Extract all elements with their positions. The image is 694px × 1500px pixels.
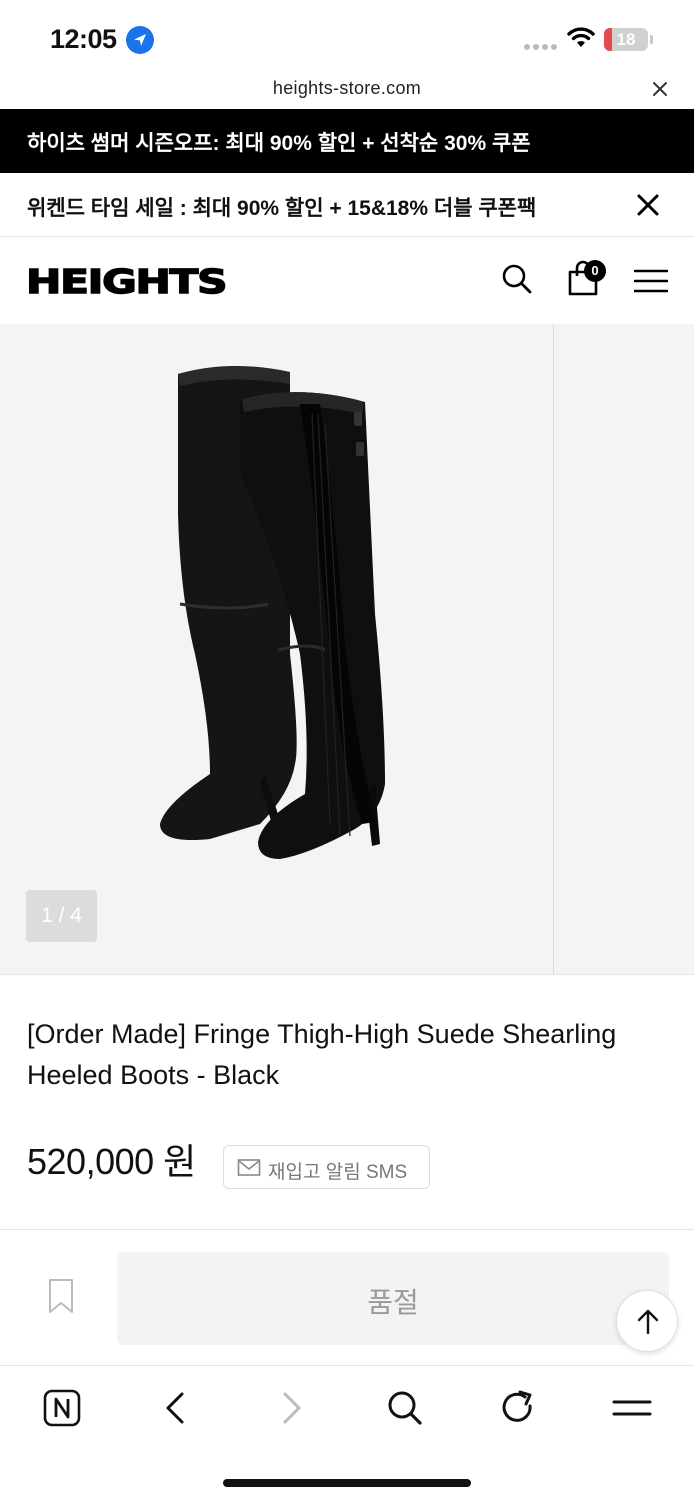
url-bar[interactable]: heights-store.com — [0, 75, 694, 109]
scroll-to-top-button[interactable] — [616, 1290, 678, 1352]
forward-icon[interactable] — [269, 1386, 313, 1430]
menu-icon[interactable] — [610, 1386, 654, 1430]
soldout-label: 품절 — [367, 1287, 419, 1318]
promo-banner-top-text: 하이츠 썸머 시즌오프: 최대 90% 할인 + 선착순 30% 쿠폰 — [27, 132, 531, 155]
search-icon[interactable] — [383, 1386, 427, 1430]
battery-icon: 18 — [604, 28, 648, 51]
location-icon — [126, 26, 154, 54]
home-indicator[interactable] — [223, 1479, 471, 1487]
mail-icon — [237, 1158, 261, 1183]
soldout-button[interactable]: 품절 — [117, 1252, 669, 1345]
arrow-up-icon — [637, 1309, 659, 1335]
wifi-icon — [566, 27, 596, 54]
restock-sms-button[interactable]: 재입고 알림 SMS — [223, 1145, 430, 1189]
menu-icon[interactable] — [633, 268, 669, 294]
restock-sms-label: 재입고 알림 SMS — [268, 1162, 408, 1183]
promo-banner-sub-text: 위켄드 타임 세일 : 최대 90% 할인 + 15&18% 더블 쿠폰팩 — [27, 197, 537, 220]
product-title: [Order Made] Fringe Thigh-High Suede She… — [27, 1019, 617, 1090]
promo-banner-sub[interactable]: 위켄드 타임 세일 : 최대 90% 할인 + 15&18% 더블 쿠폰팩 — [0, 173, 694, 237]
close-icon[interactable] — [648, 77, 672, 101]
battery-percent: 18 — [616, 30, 636, 49]
status-bar: 12:05 18 — [0, 0, 694, 75]
back-icon[interactable] — [154, 1386, 198, 1430]
site-header: HEIGHTS 0 — [0, 238, 694, 324]
product-gallery[interactable]: 1 / 4 — [0, 324, 694, 975]
battery-tip — [650, 35, 653, 44]
promo-banner-top[interactable]: 하이츠 썸머 시즌오프: 최대 90% 할인 + 선착순 30% 쿠폰 — [0, 109, 694, 173]
cart-count-badge: 0 — [584, 260, 606, 282]
status-time: 12:05 — [50, 24, 117, 54]
product-price: 520,000 원 — [27, 1141, 196, 1182]
divider — [0, 1229, 694, 1230]
search-icon[interactable] — [500, 262, 534, 296]
naver-home-icon[interactable] — [40, 1386, 84, 1430]
gallery-counter: 1 / 4 — [26, 890, 97, 942]
close-icon[interactable] — [634, 191, 662, 219]
logo[interactable]: HEIGHTS — [25, 261, 228, 301]
browser-toolbar — [0, 1365, 694, 1500]
signal-icon — [524, 44, 557, 50]
url-text[interactable]: heights-store.com — [0, 78, 694, 99]
gallery-next-slide-edge — [553, 324, 554, 974]
reload-icon[interactable] — [496, 1386, 540, 1430]
product-image[interactable] — [140, 354, 420, 894]
bookmark-icon[interactable] — [47, 1278, 75, 1314]
